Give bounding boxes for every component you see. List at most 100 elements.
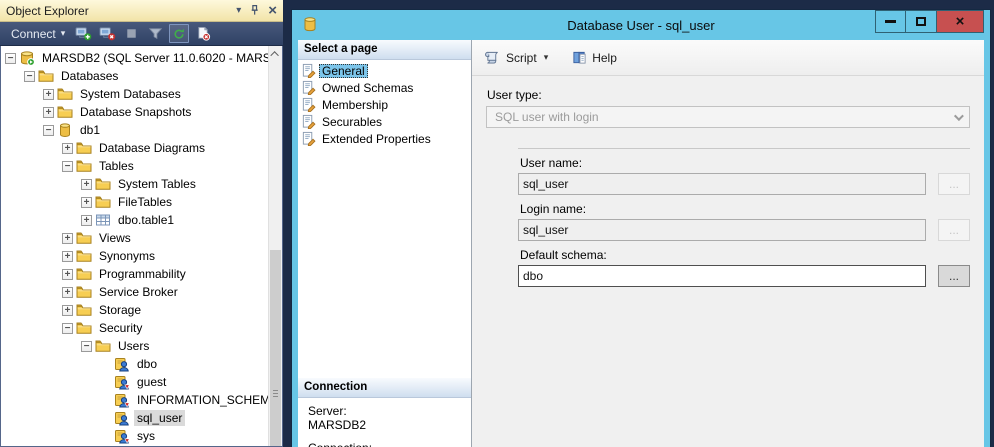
tree-row[interactable]: + FileTables <box>1 193 268 211</box>
tree-row[interactable]: + Database Snapshots <box>1 103 268 121</box>
server-label: Server: <box>308 404 461 418</box>
tree-row[interactable]: − Tables <box>1 157 268 175</box>
folder-icon <box>76 320 92 336</box>
tree-item-label[interactable]: sql_user <box>134 410 185 426</box>
scroll-up-arrow[interactable] <box>269 46 282 61</box>
pin-icon[interactable] <box>248 4 261 17</box>
window-position-icon[interactable]: ▾ <box>236 6 241 16</box>
tree-row[interactable]: + Programmability <box>1 265 268 283</box>
tree-row[interactable]: − Databases <box>1 67 268 85</box>
expand-icon[interactable]: + <box>43 89 54 100</box>
page-item-securables[interactable]: Securables <box>301 113 471 130</box>
user-name-input <box>518 173 926 195</box>
page-icon <box>301 97 316 112</box>
tree-item-label[interactable]: sys <box>134 428 158 444</box>
page-item-owned-schemas[interactable]: Owned Schemas <box>301 79 471 96</box>
tree-item-label[interactable]: guest <box>134 374 169 390</box>
tree-row[interactable]: + Database Diagrams <box>1 139 268 157</box>
collapse-icon[interactable]: − <box>43 125 54 136</box>
expand-icon[interactable]: + <box>81 197 92 208</box>
tree-item-label[interactable]: System Tables <box>115 176 199 192</box>
tree-row[interactable]: dbo <box>1 355 268 373</box>
tree-item-label[interactable]: dbo <box>134 356 160 372</box>
dialog-titlebar: Database User - sql_user × <box>298 10 984 40</box>
tree-row[interactable]: + Synonyms <box>1 247 268 265</box>
page-icon <box>301 63 316 78</box>
connect-server-icon[interactable] <box>73 24 93 43</box>
collapse-icon[interactable]: − <box>24 71 35 82</box>
tree-item-label[interactable]: FileTables <box>115 194 175 210</box>
tree-item-label[interactable]: Database Diagrams <box>96 140 208 156</box>
tree-item-label[interactable]: dbo.table1 <box>115 212 177 228</box>
expand-icon[interactable]: + <box>81 179 92 190</box>
tree-item-label[interactable]: MARSDB2 (SQL Server 11.0.6020 - MARSD <box>39 50 268 66</box>
page-item-label[interactable]: Extended Properties <box>319 132 434 146</box>
tree-item-label[interactable]: System Databases <box>77 86 184 102</box>
scrollbar-thumb[interactable] <box>270 250 281 446</box>
form-field: Default schema:... <box>518 248 970 287</box>
expand-icon[interactable]: + <box>81 215 92 226</box>
page-item-label[interactable]: General <box>319 64 368 78</box>
expand-icon[interactable]: + <box>62 305 73 316</box>
expand-icon[interactable]: + <box>62 251 73 262</box>
tree-item-label[interactable]: Synonyms <box>96 248 158 264</box>
field-label: Login name: <box>520 202 970 216</box>
tree-item-label[interactable]: Storage <box>96 302 144 318</box>
tree-item-label[interactable]: Security <box>96 320 145 336</box>
expand-icon[interactable]: + <box>62 143 73 154</box>
page-item-general[interactable]: General <box>301 62 471 79</box>
tree-scrollbar[interactable] <box>268 46 282 446</box>
tree-row[interactable]: − db1 <box>1 121 268 139</box>
tree-item-label[interactable]: Users <box>115 338 152 354</box>
script-error-icon[interactable] <box>193 24 213 43</box>
expand-icon[interactable]: + <box>62 287 73 298</box>
collapse-icon[interactable]: − <box>62 323 73 334</box>
page-item-label[interactable]: Owned Schemas <box>319 81 416 95</box>
tree-row[interactable]: guest <box>1 373 268 391</box>
tree-item-label[interactable]: Programmability <box>96 266 189 282</box>
tree-row[interactable]: INFORMATION_SCHEM <box>1 391 268 409</box>
tree-item-label[interactable]: Databases <box>58 68 121 84</box>
tree-row[interactable]: + System Tables <box>1 175 268 193</box>
connect-button[interactable]: Connect ▾ <box>7 27 69 41</box>
tree-row[interactable]: − MARSDB2 (SQL Server 11.0.6020 - MARSD <box>1 49 268 67</box>
tree-row[interactable]: + Storage <box>1 301 268 319</box>
tree-row[interactable]: + Service Broker <box>1 283 268 301</box>
close-button[interactable]: × <box>937 10 984 33</box>
refresh-icon[interactable] <box>169 24 189 43</box>
tree-row[interactable]: sys <box>1 427 268 445</box>
page-item-label[interactable]: Securables <box>319 115 385 129</box>
expand-icon[interactable]: + <box>43 107 54 118</box>
minimize-button[interactable] <box>875 10 906 33</box>
expand-icon[interactable]: + <box>62 269 73 280</box>
collapse-icon[interactable]: − <box>5 53 16 64</box>
close-icon[interactable]: × <box>268 3 277 18</box>
expand-icon[interactable]: + <box>62 233 73 244</box>
tree-item-label[interactable]: Service Broker <box>96 284 181 300</box>
disconnect-server-icon[interactable] <box>97 24 117 43</box>
tree-row[interactable]: + System Databases <box>1 85 268 103</box>
tree-item-label[interactable]: Database Snapshots <box>77 104 194 120</box>
page-item-extended-properties[interactable]: Extended Properties <box>301 130 471 147</box>
help-button[interactable]: Help <box>568 48 621 67</box>
script-button[interactable]: Script ▾ <box>480 49 552 67</box>
chevron-down-icon: ▾ <box>61 28 66 39</box>
page-item-membership[interactable]: Membership <box>301 96 471 113</box>
page-item-label[interactable]: Membership <box>319 98 391 112</box>
default-schema-input[interactable] <box>518 265 926 287</box>
connection-label: Connection: <box>308 441 461 447</box>
collapse-icon[interactable]: − <box>81 341 92 352</box>
tree-row[interactable]: + dbo.table1 <box>1 211 268 229</box>
browse-button[interactable]: ... <box>938 265 970 287</box>
tree-item-label[interactable]: Tables <box>96 158 137 174</box>
tree-row[interactable]: sql_user <box>1 409 268 427</box>
collapse-icon[interactable]: − <box>62 161 73 172</box>
tree-item-label[interactable]: Views <box>96 230 134 246</box>
database-icon <box>302 16 318 32</box>
tree-row[interactable]: − Users <box>1 337 268 355</box>
tree-item-label[interactable]: db1 <box>77 122 103 138</box>
tree-row[interactable]: − Security <box>1 319 268 337</box>
maximize-button[interactable] <box>906 10 937 33</box>
tree-item-label[interactable]: INFORMATION_SCHEM <box>134 392 268 408</box>
tree-row[interactable]: + Views <box>1 229 268 247</box>
